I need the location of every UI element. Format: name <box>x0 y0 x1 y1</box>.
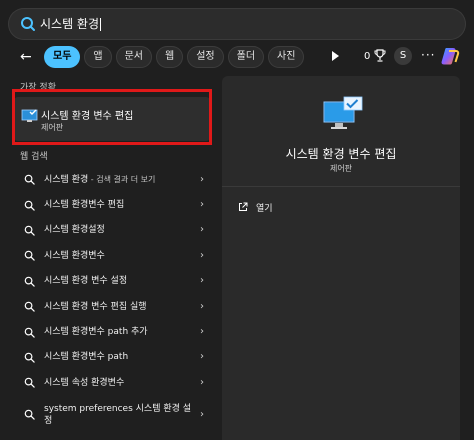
search-icon <box>24 225 35 236</box>
web-result-label: 시스템 환경변수 <box>44 250 105 261</box>
chevron-right-icon: › <box>200 173 204 185</box>
web-result-label: 시스템 환경변수 편집 <box>44 200 125 211</box>
web-result-suffix: - 검색 결과 더 보기 <box>88 174 156 184</box>
chevron-right-icon: › <box>200 376 204 388</box>
chevron-right-icon: › <box>200 249 204 261</box>
web-result-0[interactable]: 시스템 환경 - 검색 결과 더 보기 › <box>14 167 214 192</box>
web-result-6[interactable]: 시스템 환경변수 path 추가 › <box>14 319 214 344</box>
tab-documents[interactable]: 문서 <box>115 46 153 68</box>
trophy-icon[interactable] <box>374 49 386 63</box>
copilot-icon[interactable] <box>440 46 460 66</box>
divider <box>222 186 460 187</box>
search-icon <box>24 409 35 420</box>
open-external-icon[interactable] <box>238 202 248 212</box>
search-icon <box>24 378 35 389</box>
open-action[interactable]: 열기 <box>256 201 273 214</box>
web-result-2[interactable]: 시스템 환경설정 › <box>14 218 214 243</box>
search-icon <box>24 301 35 312</box>
detail-title: 시스템 환경 변수 편집 <box>285 147 397 161</box>
chevron-right-icon: › <box>200 300 204 312</box>
search-input[interactable]: 시스템 환경 <box>40 15 102 32</box>
web-result-label: 시스템 환경설정 <box>44 225 105 236</box>
filter-tabs: 모두 앱 문서 웹 설정 폴더 사진 <box>44 46 305 68</box>
search-icon <box>24 200 35 211</box>
tab-settings[interactable]: 설정 <box>187 46 224 68</box>
web-result-label: 시스템 환경변수 path 추가 <box>44 327 148 338</box>
web-result-5[interactable]: 시스템 환경 변수 편집 실행 › <box>14 294 214 319</box>
tab-apps[interactable]: 앱 <box>84 46 112 68</box>
tab-web[interactable]: 웹 <box>156 46 184 68</box>
chevron-right-icon: › <box>200 224 204 236</box>
chevron-right-icon: › <box>200 351 204 363</box>
back-arrow-icon[interactable]: ← <box>20 49 36 65</box>
best-match-subtitle: 제어판 <box>41 123 64 132</box>
web-result-1[interactable]: 시스템 환경변수 편집 › <box>14 192 214 217</box>
web-result-query: 시스템 환경 <box>44 174 89 185</box>
search-icon <box>24 276 35 287</box>
best-match-heading: 가장 정확 <box>20 83 56 93</box>
search-icon <box>24 251 35 262</box>
tab-all[interactable]: 모두 <box>44 46 81 68</box>
system-properties-icon <box>323 96 363 129</box>
web-result-9[interactable]: system preferences 시스템 환경 설정 › <box>14 396 214 434</box>
account-avatar[interactable]: S <box>394 47 412 65</box>
best-match-title: 시스템 환경 변수 편집 <box>41 111 134 122</box>
play-icon[interactable] <box>332 51 339 61</box>
chevron-right-icon: › <box>200 408 204 420</box>
web-result-7[interactable]: 시스템 환경변수 path › <box>14 345 214 370</box>
web-result-4[interactable]: 시스템 환경 변수 설정 › <box>14 269 214 294</box>
search-icon <box>24 174 35 185</box>
system-properties-icon <box>21 109 38 122</box>
web-result-8[interactable]: 시스템 속성 환경변수 › <box>14 370 214 395</box>
tab-photos[interactable]: 사진 <box>268 46 305 68</box>
detail-subtitle: 제어판 <box>329 164 353 173</box>
web-result-label: 시스템 환경변수 path <box>44 352 129 363</box>
text-caret <box>100 18 102 31</box>
chevron-right-icon: › <box>200 199 204 211</box>
web-result-label: 시스템 속성 환경변수 <box>44 377 125 388</box>
web-result-label: 시스템 환경 변수 편집 실행 <box>44 301 147 312</box>
tab-folders[interactable]: 폴더 <box>227 46 265 68</box>
search-icon <box>24 352 35 363</box>
web-result-3[interactable]: 시스템 환경변수 › <box>14 243 214 268</box>
web-search-heading: 웹 검색 <box>20 152 48 162</box>
more-options-icon[interactable]: ··· <box>421 48 435 62</box>
rewards-points: 0 <box>364 51 371 62</box>
search-icon <box>24 327 35 338</box>
web-results-list: 시스템 환경 - 검색 결과 더 보기 › 시스템 환경변수 편집 › 시스템 … <box>14 167 214 434</box>
search-input-value: 시스템 환경 <box>40 17 100 31</box>
web-result-label: 시스템 환경 - 검색 결과 더 보기 <box>44 174 194 186</box>
search-icon <box>21 17 35 31</box>
web-result-label: system preferences 시스템 환경 설정 <box>44 403 192 426</box>
web-result-label: 시스템 환경 변수 설정 <box>44 276 128 287</box>
chevron-right-icon: › <box>200 275 204 287</box>
chevron-right-icon: › <box>200 326 204 338</box>
